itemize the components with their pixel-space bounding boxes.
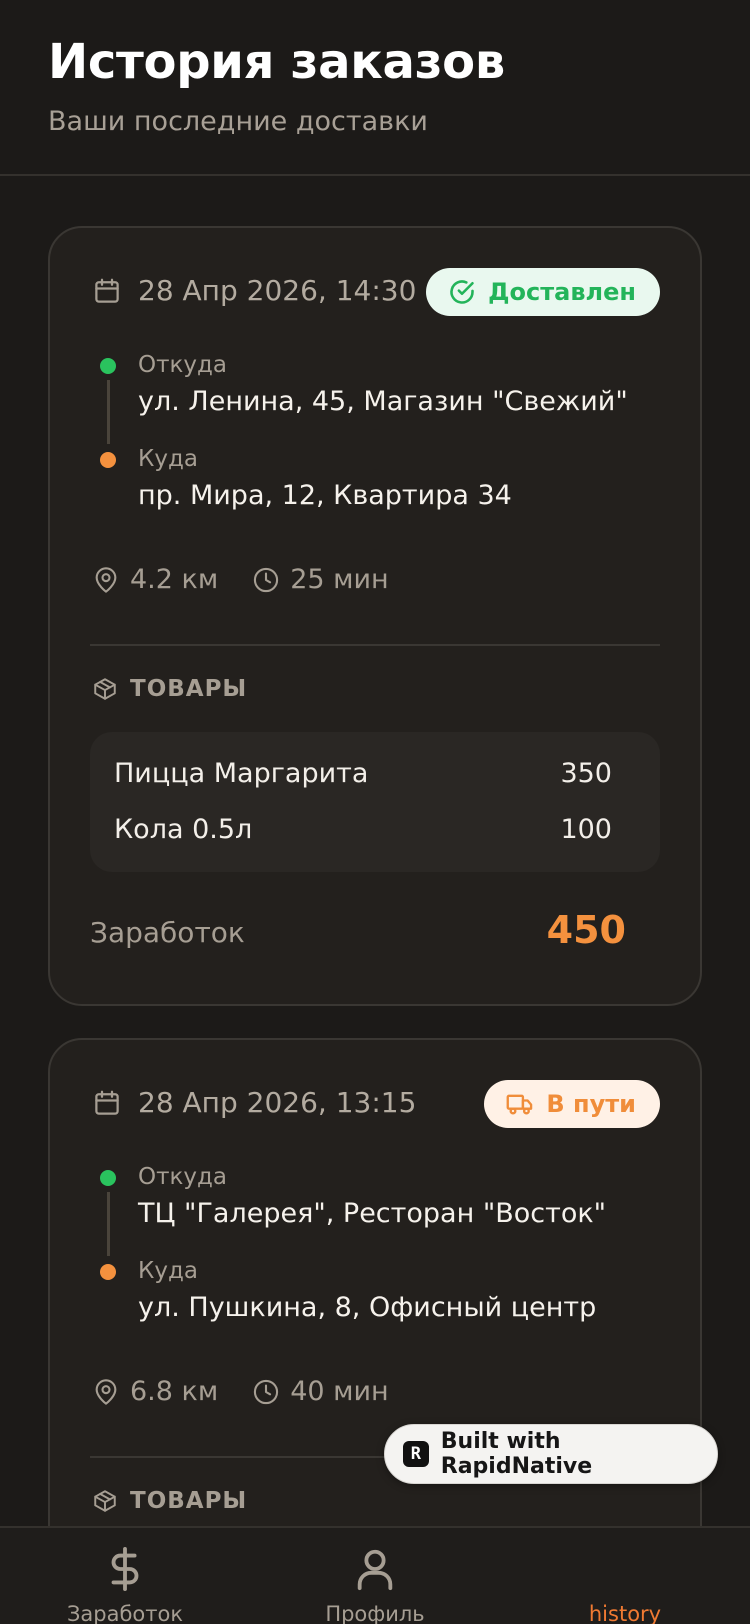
distance-value: 4.2 км: [130, 564, 219, 595]
page-subtitle: Ваши последние доставки: [48, 106, 428, 137]
distance-stat: 6.8 км: [92, 1376, 218, 1407]
goods-item: Кола 0.5л 100: [114, 814, 612, 845]
dropoff-dot: [100, 1264, 116, 1280]
earnings-label: Заработок: [90, 916, 245, 949]
calendar-icon: [95, 1090, 119, 1115]
check-circle-icon: [450, 280, 474, 304]
order-date-row: 28 Апр 2026, 13:15: [92, 1086, 416, 1119]
order-date: 28 Апр 2026, 14:30: [138, 274, 417, 307]
goods-heading: ТОВАРЫ: [92, 1488, 247, 1514]
duration-stat: 25 мин: [252, 564, 389, 595]
orders-list[interactable]: 28 Апр 2026, 14:30 Доставлен Откуда ул. …: [0, 176, 750, 1526]
distance-stat: 4.2 км: [92, 564, 218, 595]
tab-earnings[interactable]: Заработок: [0, 1528, 250, 1624]
route-line: [107, 380, 110, 444]
from-address: ТЦ "Галерея", Ресторан "Восток": [138, 1198, 607, 1229]
order-stats: 4.2 км 25 мин: [92, 564, 423, 595]
tab-label: Заработок: [66, 1602, 184, 1624]
distance-value: 6.8 км: [130, 1376, 219, 1407]
earnings-value: 450: [546, 908, 626, 952]
rapidnative-label: Built with RapidNative: [440, 1429, 593, 1479]
rapidnative-badge[interactable]: R Built with RapidNative: [384, 1424, 718, 1484]
dropoff-dot: [100, 452, 116, 468]
package-icon: [94, 678, 116, 700]
route-block: Откуда ТЦ "Галерея", Ресторан "Восток" К…: [92, 1164, 652, 1334]
rapidnative-logo-icon: R: [403, 1441, 429, 1467]
dollar-icon: [111, 1546, 139, 1592]
order-card[interactable]: 28 Апр 2026, 14:30 Доставлен Откуда ул. …: [48, 226, 702, 1006]
tab-history[interactable]: history: [500, 1528, 750, 1624]
to-address: ул. Пушкина, 8, Офисный центр: [138, 1292, 597, 1323]
goods-item: Пицца Маргарита 350: [114, 758, 612, 789]
tab-label: history: [588, 1602, 662, 1624]
page-header: История заказов Ваши последние доставки: [0, 0, 750, 176]
duration-value: 25 мин: [290, 564, 389, 595]
order-date-row: 28 Апр 2026, 14:30: [92, 274, 416, 307]
pickup-dot: [100, 1170, 116, 1186]
page-title: История заказов: [48, 34, 505, 90]
tab-label: Профиль: [325, 1602, 425, 1624]
clock-icon: [254, 567, 279, 592]
order-stats: 6.8 км 40 мин: [92, 1376, 423, 1407]
goods-title: ТОВАРЫ: [130, 676, 248, 702]
duration-stat: 40 мин: [252, 1376, 389, 1407]
truck-icon: [506, 1094, 533, 1115]
goods-item-price: 350: [560, 758, 612, 789]
map-pin-icon: [95, 1378, 117, 1405]
route-block: Откуда ул. Ленина, 45, Магазин "Свежий" …: [92, 352, 652, 522]
goods-title: ТОВАРЫ: [130, 1488, 248, 1514]
user-icon: [357, 1549, 393, 1591]
duration-value: 40 мин: [290, 1376, 389, 1407]
goods-heading: ТОВАРЫ: [92, 676, 247, 702]
status-label: В пути: [546, 1090, 636, 1118]
from-label: Откуда: [138, 352, 228, 378]
status-badge: Доставлен: [426, 268, 660, 316]
clock-icon: [254, 1379, 279, 1404]
from-address: ул. Ленина, 45, Магазин "Свежий": [138, 386, 628, 417]
route-line: [107, 1192, 110, 1256]
to-address: пр. Мира, 12, Квартира 34: [138, 480, 512, 511]
goods-list: Пицца Маргарита 350 Кола 0.5л 100: [90, 732, 660, 872]
status-badge: В пути: [484, 1080, 660, 1128]
tab-profile[interactable]: Профиль: [250, 1528, 500, 1624]
pickup-dot: [100, 358, 116, 374]
order-date: 28 Апр 2026, 13:15: [138, 1086, 417, 1119]
map-pin-icon: [95, 566, 117, 593]
goods-item-name: Пицца Маргарита: [114, 758, 369, 789]
divider: [90, 644, 660, 646]
goods-item-name: Кола 0.5л: [114, 814, 253, 845]
goods-item-price: 100: [560, 814, 612, 845]
status-label: Доставлен: [488, 278, 636, 306]
bottom-tab-bar: Заработок Профиль history: [0, 1526, 750, 1624]
to-label: Куда: [138, 446, 198, 472]
calendar-icon: [95, 278, 119, 303]
package-icon: [94, 1490, 116, 1512]
from-label: Откуда: [138, 1164, 228, 1190]
to-label: Куда: [138, 1258, 198, 1284]
